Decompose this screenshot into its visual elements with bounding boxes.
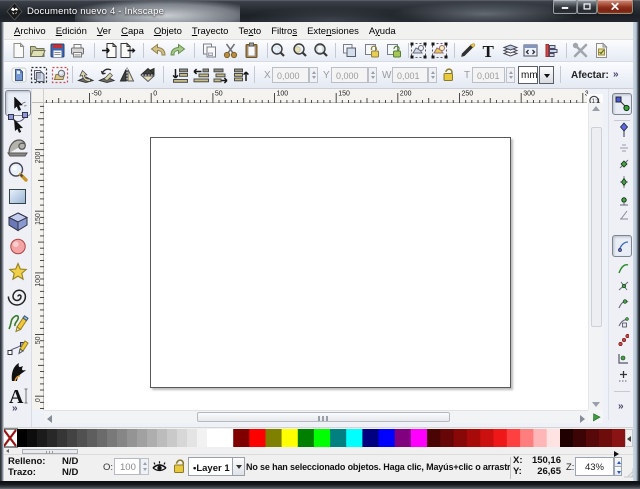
svg-text:T: T [483, 42, 495, 59]
svg-text:150: 150 [338, 91, 350, 98]
svg-text:200: 200 [400, 91, 412, 98]
svg-text:200: 200 [35, 152, 42, 164]
svg-text:0: 0 [153, 91, 157, 98]
svg-text:50: 50 [35, 336, 42, 344]
svg-text:0: 0 [35, 398, 42, 402]
svg-text:100: 100 [277, 91, 289, 98]
svg-text:300: 300 [523, 91, 535, 98]
svg-text:-50: -50 [92, 91, 102, 98]
svg-text:100: 100 [35, 275, 42, 287]
svg-text:250: 250 [462, 91, 474, 98]
svg-text:50: 50 [215, 91, 223, 98]
svg-text:150: 150 [35, 213, 42, 225]
